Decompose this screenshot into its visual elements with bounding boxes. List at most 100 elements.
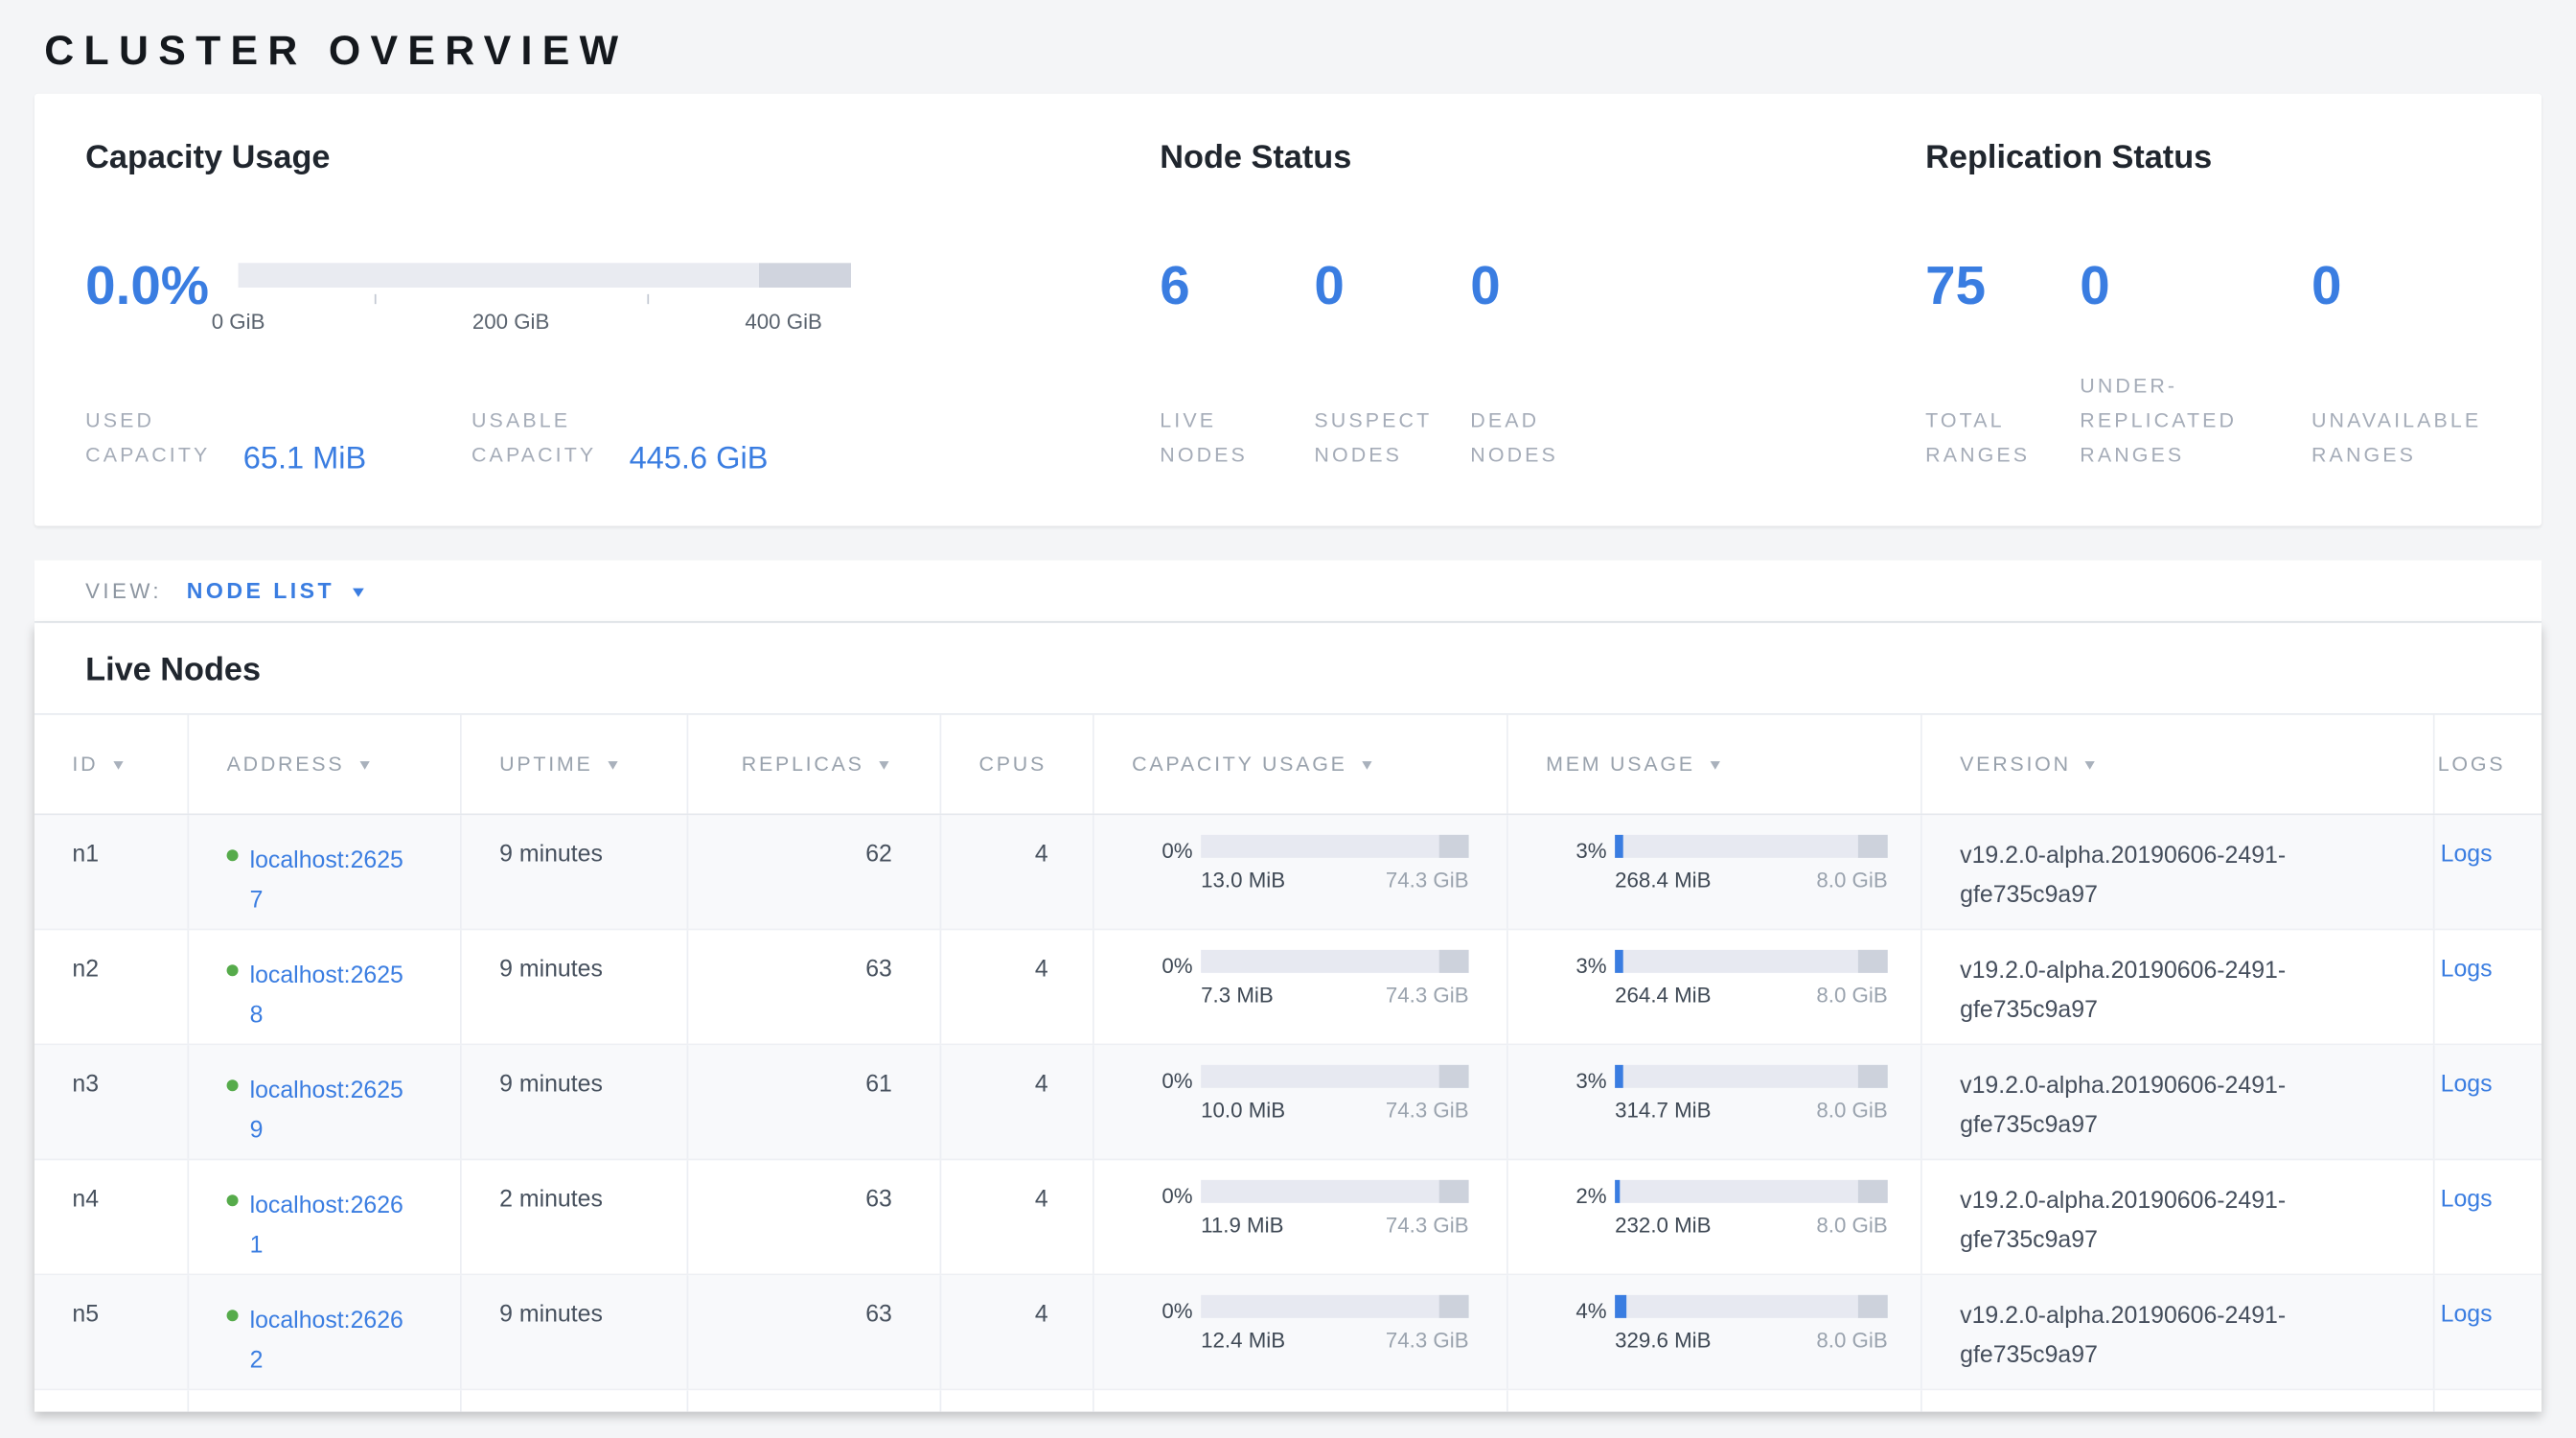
memory-total-value: 8.0 GiB <box>1816 981 1887 1009</box>
node-status-title: Node Status <box>1160 138 1925 177</box>
column-header-version[interactable]: VERSION▼ <box>1922 715 2435 814</box>
node-memory-cell: 3% 268.4 MiB 8.0 GiB <box>1508 815 1922 928</box>
memory-percent: 4% <box>1546 1295 1606 1325</box>
sort-desc-icon: ▼ <box>1359 756 1379 773</box>
node-uptime-cell: 9 minutes <box>462 930 689 1043</box>
capacity-percent: 0% <box>1132 1180 1192 1210</box>
memory-used-value: 329.6 MiB <box>1615 1326 1711 1354</box>
capacity-total-value: 74.3 GiB <box>1386 1326 1469 1354</box>
node-id-cell: n3 <box>34 1045 189 1158</box>
total-ranges-label: TOTAL RANGES <box>1925 405 2040 474</box>
node-address-cell: localhost:26259 <box>189 1045 462 1158</box>
capacity-used-value: 7.3 MiB <box>1201 981 1274 1009</box>
unavailable-ranges-stat: 0 UNAVAILABLE RANGES <box>2312 256 2493 473</box>
capacity-total-value: 74.3 GiB <box>1386 1096 1469 1124</box>
node-capacity-cell: 0% 10.0 MiB 74.3 GiB <box>1094 1045 1508 1158</box>
memory-used-value: 232.0 MiB <box>1615 1211 1711 1239</box>
cluster-overview-page: CLUSTER OVERVIEW Capacity Usage 0.0% 0 G… <box>0 0 2576 1438</box>
node-id-cell: n5 <box>34 1275 189 1388</box>
column-header-id[interactable]: ID▼ <box>34 715 189 814</box>
capacity-usage-bar <box>1201 1295 1468 1318</box>
mem-bar-end-segment <box>1857 835 1887 858</box>
sort-desc-icon: ▼ <box>2082 756 2103 773</box>
capacity-used-value: 12.4 MiB <box>1201 1326 1285 1354</box>
capacity-usage-bar <box>1201 950 1468 973</box>
live-nodes-count: 6 <box>1160 256 1314 401</box>
capacity-usage-title: Capacity Usage <box>85 138 1160 177</box>
mem-bar-fill <box>1615 1065 1623 1088</box>
logs-link[interactable]: Logs <box>2441 1072 2493 1100</box>
column-header-capacity-usage[interactable]: CAPACITY USAGE▼ <box>1094 715 1508 814</box>
mem-usage-bar <box>1615 1295 1888 1318</box>
total-ranges-count: 75 <box>1925 256 2080 401</box>
node-id-cell: n4 <box>34 1160 189 1273</box>
mem-usage-bar <box>1615 835 1888 858</box>
node-replicas-cell: 63 <box>688 1275 941 1388</box>
node-row: n2 localhost:26258 9 minutes 63 4 0% <box>34 930 2542 1045</box>
node-id-cell: n2 <box>34 930 189 1043</box>
column-header-replicas[interactable]: REPLICAS▼ <box>688 715 941 814</box>
node-cpus-cell: 4 <box>941 815 1093 928</box>
column-header-uptime[interactable]: UPTIME▼ <box>462 715 689 814</box>
mem-usage-bar <box>1615 950 1888 973</box>
node-address-link[interactable]: localhost:26257 <box>250 842 414 920</box>
column-header-address[interactable]: ADDRESS▼ <box>189 715 462 814</box>
sort-desc-icon: ▼ <box>109 756 129 773</box>
capacity-percent: 0% <box>1132 950 1192 980</box>
page-title: CLUSTER OVERVIEW <box>0 0 2576 74</box>
capacity-usage-bar <box>1201 835 1468 858</box>
memory-total-value: 8.0 GiB <box>1816 1326 1887 1354</box>
node-capacity-cell: 0% 7.3 MiB 74.3 GiB <box>1094 930 1508 1043</box>
view-selector-bar: VIEW: NODE LIST ▼ <box>34 561 2542 623</box>
under-replicated-ranges-stat: 0 UNDER-REPLICATED RANGES <box>2080 256 2312 473</box>
node-address-link[interactable]: localhost:26262 <box>250 1302 414 1380</box>
sort-desc-icon: ▼ <box>605 756 625 773</box>
capacity-usage-bar <box>1201 1065 1468 1088</box>
used-capacity-label: USED CAPACITY <box>85 405 230 474</box>
node-address-link[interactable]: localhost:26258 <box>250 957 414 1035</box>
capacity-percent: 0% <box>1132 1065 1192 1095</box>
memory-used-value: 264.4 MiB <box>1615 981 1711 1009</box>
table-body: n1 localhost:26257 9 minutes 62 4 0% <box>34 815 2542 1390</box>
memory-percent: 3% <box>1546 1065 1606 1095</box>
node-row: n4 localhost:26261 2 minutes 63 4 0% <box>34 1160 2542 1275</box>
node-replicas-cell: 63 <box>688 930 941 1043</box>
node-address-link[interactable]: localhost:26261 <box>250 1187 414 1265</box>
node-version-cell: v19.2.0-alpha.20190606-2491-gfe735c9a97 <box>1922 1045 2435 1158</box>
dead-nodes-stat: 0 DEAD NODES <box>1470 256 1588 473</box>
capacity-percent: 0% <box>1132 1295 1192 1325</box>
sort-desc-icon: ▼ <box>876 756 896 773</box>
memory-used-value: 314.7 MiB <box>1615 1096 1711 1124</box>
used-capacity-stat: USED CAPACITY 65.1 MiB <box>85 401 472 473</box>
usable-capacity-stat: USABLE CAPACITY 445.6 GiB <box>472 401 768 473</box>
mem-bar-fill <box>1615 1295 1625 1318</box>
total-ranges-stat: 75 TOTAL RANGES <box>1925 256 2080 473</box>
capacity-gauge-bar <box>239 263 851 288</box>
view-dropdown-value: NODE LIST <box>187 578 334 603</box>
node-uptime-cell: 9 minutes <box>462 1045 689 1158</box>
live-nodes-stat: 6 LIVE NODES <box>1160 256 1314 473</box>
node-status-section: Node Status 6 LIVE NODES 0 SUSPECT NODES… <box>1160 138 1925 526</box>
unavailable-ranges-label: UNAVAILABLE RANGES <box>2312 405 2493 474</box>
capacity-gauge: 0 GiB 200 GiB 400 GiB <box>239 263 851 401</box>
mem-bar-fill <box>1615 950 1623 973</box>
live-status-dot <box>227 964 239 976</box>
logs-link[interactable]: Logs <box>2441 1187 2493 1215</box>
capacity-gauge-reserved-segment <box>759 263 851 288</box>
live-nodes-title: Live Nodes <box>34 623 2542 713</box>
mem-bar-fill <box>1615 1180 1621 1203</box>
usable-capacity-label: USABLE CAPACITY <box>472 405 616 474</box>
view-dropdown[interactable]: NODE LIST ▼ <box>187 578 369 603</box>
logs-link[interactable]: Logs <box>2441 1302 2493 1330</box>
node-address-link[interactable]: localhost:26259 <box>250 1072 414 1150</box>
view-label: VIEW: <box>85 578 162 603</box>
partial-next-row <box>34 1390 2542 1411</box>
node-memory-cell: 2% 232.0 MiB 8.0 GiB <box>1508 1160 1922 1273</box>
column-header-cpus[interactable]: CPUS <box>941 715 1093 814</box>
mem-usage-bar <box>1615 1180 1888 1203</box>
column-header-mem-usage[interactable]: MEM USAGE▼ <box>1508 715 1922 814</box>
logs-link[interactable]: Logs <box>2441 957 2493 985</box>
node-address-cell: localhost:26261 <box>189 1160 462 1273</box>
suspect-nodes-count: 0 <box>1314 256 1470 401</box>
logs-link[interactable]: Logs <box>2441 842 2493 870</box>
